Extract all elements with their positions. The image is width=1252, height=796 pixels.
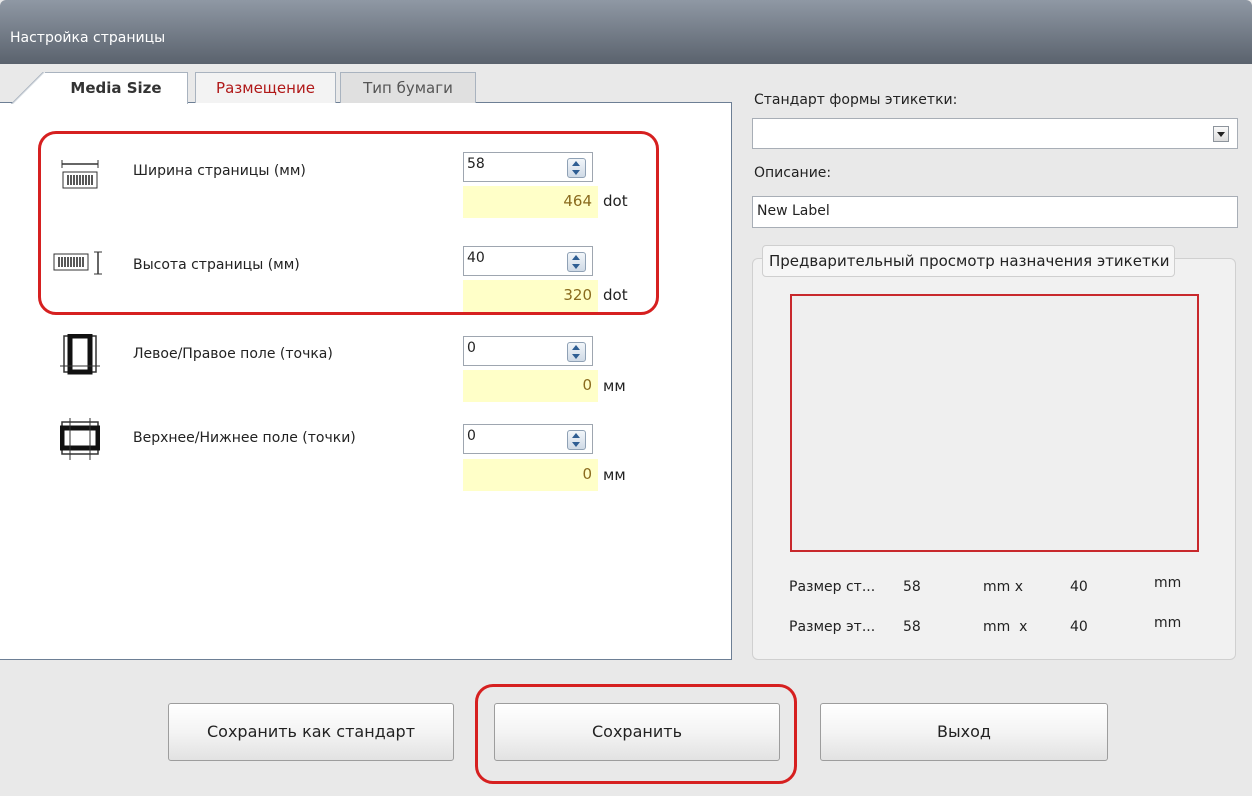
highlight-save <box>475 684 797 784</box>
top-bottom-margin-spinner[interactable] <box>567 430 586 450</box>
left-right-margin-mm: 0 <box>463 370 598 402</box>
left-right-margin-spinner[interactable] <box>567 342 586 362</box>
dropdown-arrow-icon[interactable] <box>1213 126 1229 142</box>
label-standard-select[interactable] <box>752 118 1238 149</box>
tab-paper-type[interactable]: Тип бумаги <box>340 72 476 103</box>
label-size-label: Размер эт... <box>789 619 876 635</box>
label-size-width: 58 <box>903 619 921 635</box>
top-bottom-margin-value: 0 <box>467 428 476 444</box>
highlight-page-size <box>38 131 659 315</box>
left-right-margin-value: 0 <box>467 340 476 356</box>
label-size-height: 40 <box>1070 619 1088 635</box>
top-bottom-margin-mm: 0 <box>463 459 598 491</box>
left-right-margin-mm-value: 0 <box>582 376 592 394</box>
left-right-margin-icon <box>60 334 100 375</box>
label-standard-label: Стандарт формы этикетки: <box>754 92 958 108</box>
label-preview <box>790 294 1199 552</box>
top-bottom-margin-icon <box>60 418 100 460</box>
left-right-margin-input[interactable]: 0 <box>463 336 593 366</box>
left-right-margin-label: Левое/Правое поле (точка) <box>133 346 333 362</box>
page-size-height: 40 <box>1070 579 1088 595</box>
description-label: Описание: <box>754 165 832 181</box>
top-bottom-margin-label: Верхнее/Нижнее поле (точки) <box>133 430 356 446</box>
tab-placement[interactable]: Размещение <box>195 72 336 103</box>
top-bottom-margin-mm-value: 0 <box>582 465 592 483</box>
title-bar <box>0 0 1252 64</box>
preview-title: Предварительный просмотр назначения этик… <box>762 245 1175 277</box>
label-size-unit: mm <box>1154 615 1182 631</box>
page-size-label: Размер ст... <box>789 579 876 595</box>
exit-button[interactable]: Выход <box>820 703 1108 761</box>
top-bottom-margin-unit: мм <box>603 466 626 484</box>
window-title: Настройка страницы <box>10 30 166 46</box>
label-size-separator: mm x <box>983 619 1028 635</box>
description-input[interactable]: New Label <box>752 196 1238 228</box>
page-size-width: 58 <box>903 579 921 595</box>
tab-media-size[interactable]: Media Size <box>9 72 188 104</box>
save-as-standard-button[interactable]: Сохранить как стандарт <box>168 703 454 761</box>
left-right-margin-unit: мм <box>603 377 626 395</box>
page-size-separator: mm x <box>983 579 1024 595</box>
page-size-unit: mm <box>1154 575 1182 591</box>
top-bottom-margin-input[interactable]: 0 <box>463 424 593 454</box>
